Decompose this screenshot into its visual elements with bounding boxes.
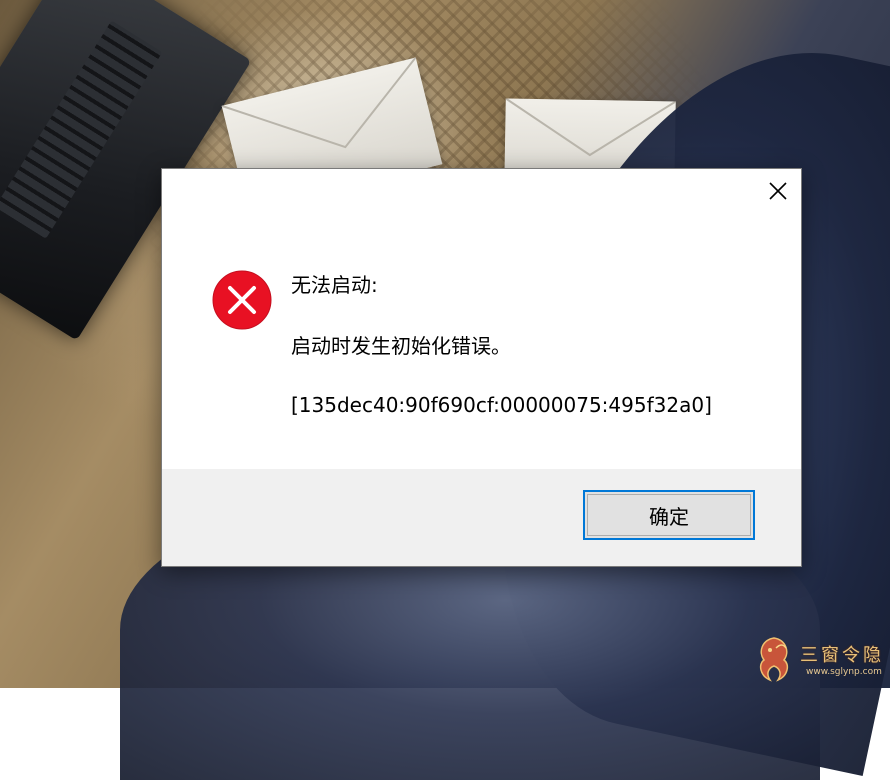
close-button[interactable] [755,169,801,213]
watermark-url: www.sglynp.com [806,667,882,677]
ok-button-label: 确定 [649,501,689,530]
device-vent [0,20,162,238]
error-dialog: 无法启动: 启动时发生初始化错误。 [135dec40:90f690cf:000… [161,168,802,567]
site-watermark: 三窗令隐 www.sglynp.com [752,634,884,684]
ok-button[interactable]: 确定 [583,490,755,540]
close-icon [768,181,788,201]
error-code: [135dec40:90f690cf:00000075:495f32a0] [291,393,712,417]
dragon-logo-icon [752,634,796,684]
watermark-title: 三窗令隐 [800,641,884,667]
dialog-footer: 确定 [162,469,801,566]
error-icon [212,270,272,330]
error-heading: 无法启动: [291,273,378,297]
error-message: 启动时发生初始化错误。 [291,334,511,358]
